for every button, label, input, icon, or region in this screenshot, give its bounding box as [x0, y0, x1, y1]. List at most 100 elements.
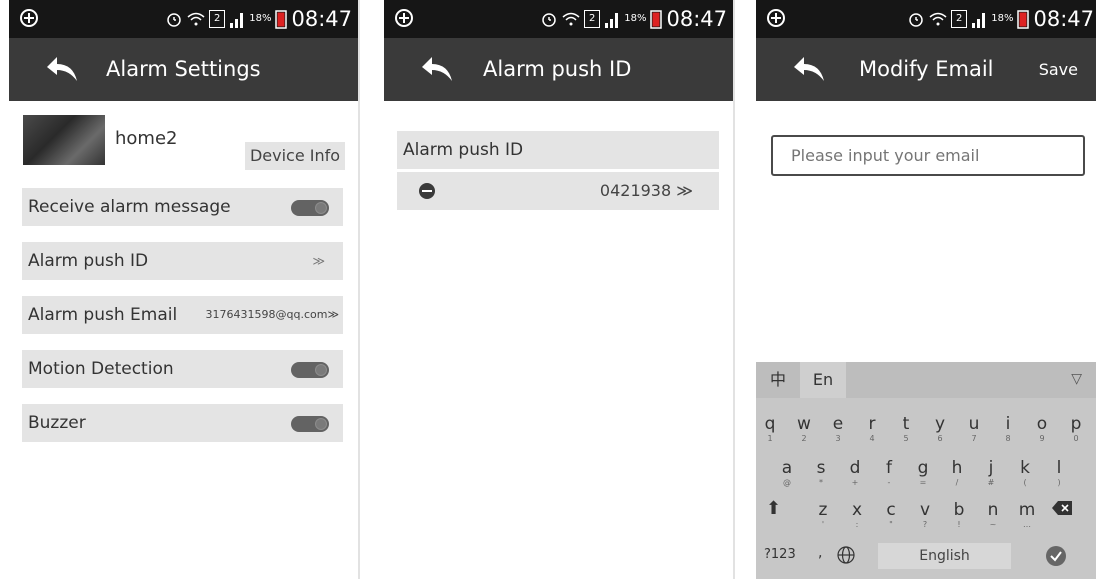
key-a[interactable]: a @ — [773, 458, 801, 487]
key-l[interactable]: l) — [1045, 458, 1073, 487]
key-label: z — [818, 500, 828, 520]
back-arrow-icon[interactable] — [418, 53, 458, 85]
clock-time: 08:47 — [291, 7, 352, 31]
device-info-button[interactable]: Device Info — [245, 142, 345, 170]
symbols-key[interactable]: ?123 — [764, 547, 796, 562]
chinese-mode-key[interactable]: 中 — [770, 362, 786, 398]
row-label: Receive alarm message — [28, 197, 231, 217]
key-alt-label: ' — [821, 520, 825, 529]
key-label: b — [953, 500, 965, 520]
key-alt-label: ~ — [989, 520, 997, 529]
key-alt-label: 8 — [1005, 434, 1011, 443]
row-label: Motion Detection — [28, 359, 174, 379]
battery-percent: 18% — [991, 13, 1014, 24]
key-alt-label: " — [889, 520, 893, 529]
battery-icon — [650, 10, 663, 29]
key-b[interactable]: b! — [945, 500, 973, 529]
space-key[interactable]: English — [878, 543, 1011, 569]
save-button[interactable]: Save — [1039, 38, 1078, 101]
key-p[interactable]: p0 — [1062, 414, 1090, 443]
motion-detection-row[interactable]: Motion Detection — [22, 350, 343, 388]
key-label: s — [816, 458, 826, 478]
back-arrow-icon[interactable] — [43, 53, 83, 85]
key-label: e — [832, 414, 844, 434]
key-g[interactable]: g = — [909, 458, 937, 487]
done-key[interactable] — [1046, 546, 1066, 566]
key-o[interactable]: o9 — [1028, 414, 1056, 443]
key-q[interactable]: q1 — [756, 414, 784, 443]
battery-percent: 18% — [249, 13, 272, 24]
clock-time: 08:47 — [1033, 7, 1094, 31]
key-w[interactable]: w2 — [790, 414, 818, 443]
key-j[interactable]: j # — [977, 458, 1005, 487]
key-d[interactable]: d + — [841, 458, 869, 487]
english-mode-key[interactable]: En — [800, 362, 846, 398]
key-alt-label: # — [987, 478, 995, 487]
key-label: j — [988, 458, 994, 478]
hide-keyboard-icon[interactable]: ▽ — [1071, 371, 1082, 387]
key-label: d — [849, 458, 861, 478]
key-e[interactable]: e3 — [824, 414, 852, 443]
backspace-icon[interactable] — [1052, 501, 1072, 515]
key-u[interactable]: u7 — [960, 414, 988, 443]
sync-icon — [20, 9, 38, 27]
back-arrow-icon[interactable] — [790, 53, 830, 85]
key-label: g — [917, 458, 929, 478]
motion-detection-toggle[interactable] — [291, 362, 329, 378]
globe-icon[interactable] — [836, 545, 856, 565]
title-bar: Alarm push ID — [384, 38, 733, 101]
email-input[interactable] — [771, 135, 1085, 176]
push-id-entry[interactable]: 0421938 ≫ — [397, 172, 719, 210]
key-alt-label: @ — [783, 478, 791, 487]
key-i[interactable]: i8 — [994, 414, 1022, 443]
keyboard-toolbar: 中 En ▽ — [756, 362, 1096, 398]
key-alt-label: 6 — [937, 434, 943, 443]
screen-divider — [733, 0, 735, 579]
key-alt-label: ! — [957, 520, 961, 529]
key-alt-label: 0 — [1073, 434, 1079, 443]
buzzer-row[interactable]: Buzzer — [22, 404, 343, 442]
key-h[interactable]: h / — [943, 458, 971, 487]
key-alt-label: 3 — [835, 434, 841, 443]
key-label: n — [987, 500, 999, 520]
key-alt-label: … — [1023, 520, 1031, 529]
comma-key[interactable]: , — [818, 545, 822, 561]
chevron-right-icon: ≫ — [312, 254, 325, 268]
remove-icon[interactable] — [419, 183, 435, 199]
alarm-push-id-screen: 2 18% 08:47 Alarm push ID Alarm push ID … — [384, 0, 733, 579]
key-m[interactable]: m… — [1013, 500, 1041, 529]
buzzer-toggle[interactable] — [291, 416, 329, 432]
key-x[interactable]: x: — [843, 500, 871, 529]
key-v[interactable]: v? — [911, 500, 939, 529]
key-y[interactable]: y6 — [926, 414, 954, 443]
key-label: p — [1070, 414, 1082, 434]
key-alt-label: 4 — [869, 434, 875, 443]
soft-keyboard: 中 En ▽ q1w2e3r4t5y6u7i8o9p0 a @ s * d + f - g = h /… — [756, 362, 1096, 579]
alarm-push-email-row[interactable]: Alarm push Email 3176431598@qq.com≫ — [22, 296, 343, 334]
alarm-push-id-row[interactable]: Alarm push ID ≫ — [22, 242, 343, 280]
key-r[interactable]: r4 — [858, 414, 886, 443]
key-f[interactable]: f- — [875, 458, 903, 487]
shift-key[interactable]: ⬆ — [766, 498, 781, 519]
alarm-settings-screen: 2 18% 08:47 Alarm Settings home2 Device … — [9, 0, 358, 579]
key-s[interactable]: s * — [807, 458, 835, 487]
receive-alarm-toggle[interactable] — [291, 200, 329, 216]
alarm-clock-icon — [167, 13, 181, 27]
check-icon — [1050, 551, 1062, 562]
title-bar: Alarm Settings — [9, 38, 358, 101]
battery-icon — [1017, 10, 1030, 29]
toggle-knob — [315, 418, 327, 430]
key-label: y — [934, 414, 946, 434]
sim-icon: 2 — [584, 10, 601, 28]
key-k[interactable]: k( — [1011, 458, 1039, 487]
section-header: Alarm push ID — [403, 140, 524, 160]
page-title: Modify Email — [859, 57, 994, 81]
receive-alarm-row[interactable]: Receive alarm message — [22, 188, 343, 226]
key-n[interactable]: n ~ — [979, 500, 1007, 529]
push-id-header: Alarm push ID — [397, 131, 719, 169]
sync-icon — [395, 9, 413, 27]
key-z[interactable]: z ' — [809, 500, 837, 529]
key-c[interactable]: c " — [877, 500, 905, 529]
device-thumbnail[interactable] — [23, 115, 105, 165]
key-t[interactable]: t5 — [892, 414, 920, 443]
